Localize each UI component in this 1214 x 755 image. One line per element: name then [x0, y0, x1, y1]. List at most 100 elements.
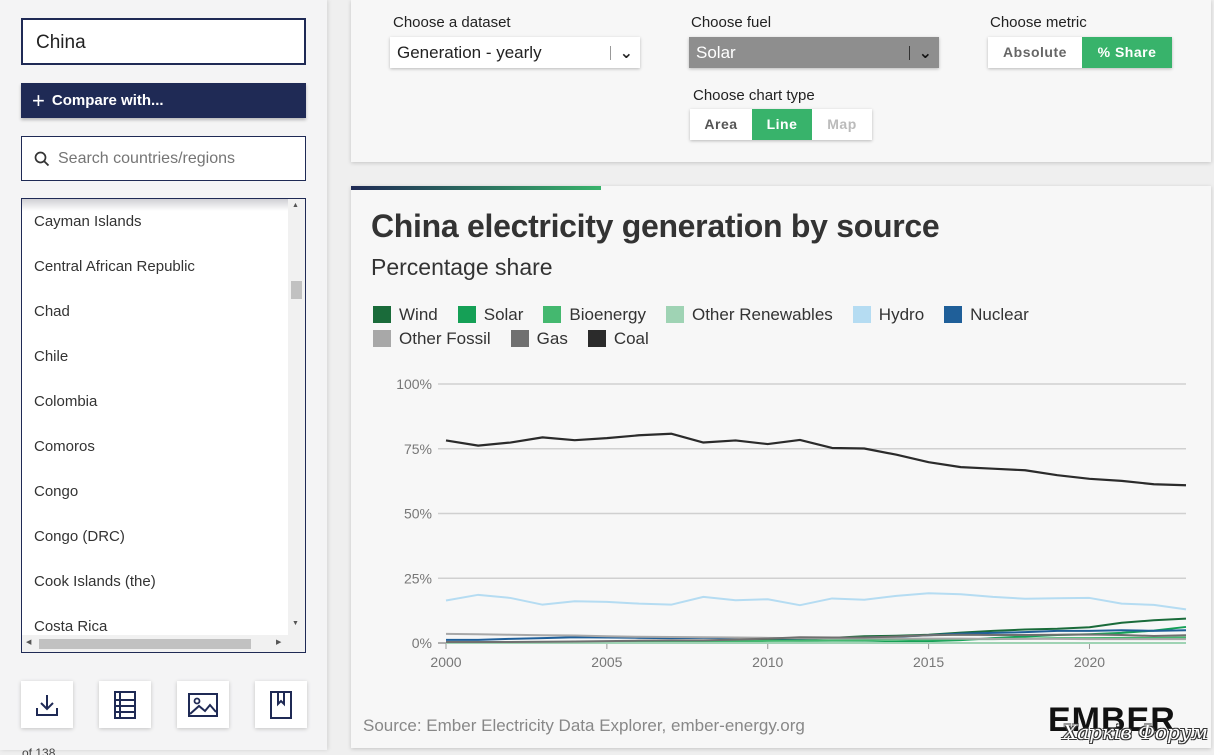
- scroll-down-icon[interactable]: ▼: [292, 620, 299, 627]
- list-item[interactable]: Chad: [22, 289, 288, 334]
- y-tick-label: 25%: [404, 570, 432, 586]
- legend-item[interactable]: Nuclear: [944, 304, 1029, 325]
- fuel-separator: [909, 46, 910, 60]
- legend-swatch: [373, 330, 391, 347]
- compare-with-label: Compare with...: [51, 92, 164, 109]
- chart-type-label: Choose chart type: [693, 87, 815, 104]
- legend-swatch: [665, 306, 684, 323]
- legend-label: Other Fossil: [399, 328, 491, 348]
- vertical-scrollbar[interactable]: ▲ ▼: [288, 199, 305, 635]
- chart-type-area[interactable]: Area: [690, 109, 752, 140]
- fuel-select[interactable]: Solar ⌄: [689, 37, 939, 68]
- list-item[interactable]: Central African Republic: [22, 244, 288, 289]
- legend-label: Solar: [483, 304, 524, 324]
- legend-item[interactable]: Gas: [510, 328, 568, 349]
- legend-item[interactable]: Hydro: [852, 304, 925, 325]
- controls-panel: Choose a dataset Generation - yearly ⌄ C…: [351, 0, 1211, 162]
- chart-source: Source: Ember Electricity Data Explorer,…: [363, 716, 805, 735]
- legend-item[interactable]: Other Fossil: [373, 328, 491, 349]
- chevron-down-icon: ⌄: [918, 45, 932, 62]
- y-tick-label: 50%: [404, 506, 432, 522]
- bookmark-icon: [270, 690, 292, 719]
- y-tick-label: 100%: [396, 376, 432, 392]
- metric-label: Choose metric: [990, 14, 1087, 31]
- chart-plot: 0% 25% 50% 75% 100% 2000 2005 2010 2015 2020: [396, 376, 1187, 670]
- search-icon: [34, 151, 50, 166]
- dataset-value: Generation - yearly: [397, 42, 542, 62]
- legend-item[interactable]: Coal: [587, 328, 649, 349]
- scroll-right-icon[interactable]: ▶: [276, 638, 281, 646]
- plus-icon: +: [32, 87, 45, 113]
- sidebar: China + Compare with... Cayman IslandsCe…: [0, 0, 327, 755]
- chart-type-line[interactable]: Line: [752, 109, 812, 140]
- dataset-select[interactable]: Generation - yearly ⌄: [390, 37, 640, 68]
- list-item[interactable]: Comoros: [22, 424, 288, 469]
- metric-share[interactable]: % Share: [1082, 37, 1172, 68]
- legend-item[interactable]: Bioenergy: [543, 304, 646, 325]
- chart-title: China electricity generation by source: [371, 208, 940, 244]
- y-tick-label: 75%: [404, 441, 432, 457]
- legend-label: Wind: [399, 304, 438, 324]
- legend-swatch: [944, 306, 963, 323]
- legend-item[interactable]: Wind: [373, 304, 438, 325]
- legend-swatch: [510, 330, 529, 347]
- list-item[interactable]: Congo (DRC): [22, 514, 288, 559]
- scroll-left-icon[interactable]: ◀: [26, 638, 31, 646]
- country-list[interactable]: Cayman Islands Central African Republic Ch…: [21, 198, 306, 653]
- legend-label: Nuclear: [970, 304, 1029, 324]
- legend-swatch: [373, 306, 391, 323]
- chart-type-toggle[interactable]: Area Line Map: [690, 109, 872, 140]
- x-tick-label: 2020: [1074, 654, 1105, 670]
- image-export-button[interactable]: [177, 681, 229, 728]
- data-table-button[interactable]: [99, 681, 151, 728]
- legend-label: Other Renewables: [691, 304, 833, 324]
- table-icon: [114, 690, 136, 719]
- legend-swatch: [852, 306, 871, 323]
- list-item[interactable]: Chile: [22, 334, 288, 379]
- x-tick-label: 2015: [913, 654, 944, 670]
- list-item[interactable]: Cook Islands (the): [22, 559, 288, 604]
- legend-item[interactable]: Solar: [457, 304, 524, 325]
- legend-label: Hydro: [878, 304, 925, 324]
- chart-type-map[interactable]: Map: [812, 109, 872, 140]
- metric-toggle[interactable]: Absolute % Share: [988, 37, 1172, 68]
- series-line-hydro: [445, 592, 1187, 611]
- x-tick-label: 2010: [752, 654, 783, 670]
- vertical-scroll-thumb[interactable]: [291, 281, 302, 299]
- download-icon: [36, 694, 58, 716]
- legend-swatch: [587, 330, 606, 347]
- chart-card: China electricity generation by source P…: [351, 186, 1211, 748]
- image-icon: [188, 692, 218, 717]
- legend-swatch: [543, 306, 562, 323]
- selected-country-field[interactable]: China: [21, 18, 306, 65]
- legend-label: Coal: [613, 328, 649, 348]
- series-line-coal: [445, 432, 1187, 487]
- country-list-items: Cayman Islands Central African Republic Ch…: [22, 199, 288, 649]
- card-accent-bar: [351, 186, 601, 190]
- download-button[interactable]: [21, 681, 73, 728]
- dataset-label: Choose a dataset: [393, 14, 511, 31]
- chevron-down-icon: ⌄: [619, 45, 633, 62]
- horizontal-scroll-thumb[interactable]: [39, 639, 251, 649]
- y-tick-label: 0%: [412, 635, 432, 651]
- x-tick-label: 2000: [430, 654, 461, 670]
- metric-absolute[interactable]: Absolute: [988, 37, 1082, 68]
- chart-legend: Wind Solar Bioenergy Other Renewables Hydro N…: [373, 304, 1153, 352]
- legend-label: Bioenergy: [569, 304, 646, 324]
- scroll-up-icon[interactable]: ▲: [292, 202, 299, 209]
- legend-label: Gas: [536, 328, 568, 348]
- chart-subtitle: Percentage share: [371, 254, 553, 280]
- fuel-value: Solar: [696, 42, 736, 62]
- dataset-separator: [610, 46, 611, 60]
- compare-with-button[interactable]: + Compare with...: [21, 83, 306, 118]
- search-input[interactable]: [58, 149, 298, 168]
- list-item[interactable]: Congo: [22, 469, 288, 514]
- x-tick-label: 2005: [591, 654, 622, 670]
- legend-swatch: [457, 306, 476, 323]
- footer-text: of 138: [22, 746, 56, 755]
- horizontal-scrollbar[interactable]: ◀ ▶: [22, 635, 305, 652]
- list-item[interactable]: Colombia: [22, 379, 288, 424]
- bookmark-button[interactable]: [255, 681, 307, 728]
- search-box[interactable]: [21, 136, 306, 181]
- legend-item[interactable]: Other Renewables: [665, 304, 833, 325]
